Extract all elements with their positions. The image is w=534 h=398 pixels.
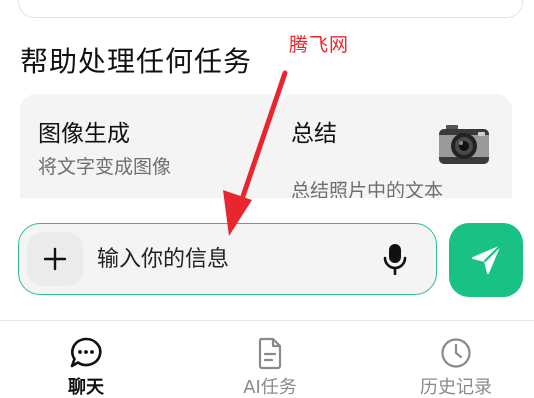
section-title: 帮助处理任何任务 — [20, 45, 253, 78]
clock-icon — [441, 338, 471, 368]
voice-input-button[interactable] — [377, 241, 413, 277]
card-description: 将文字变成图像 — [38, 156, 172, 178]
card-title: 图像生成 — [38, 121, 130, 147]
camera-icon — [439, 125, 489, 164]
microphone-icon — [383, 244, 407, 275]
nav-label: 历史记录 — [420, 377, 492, 398]
add-attachment-button[interactable] — [27, 232, 83, 286]
message-composer — [18, 223, 437, 295]
chat-bubble-icon — [70, 337, 102, 368]
plus-icon — [43, 247, 67, 271]
nav-tab-ai-tasks[interactable]: AI任务 — [210, 336, 330, 398]
send-button[interactable] — [449, 223, 523, 297]
nav-tab-history[interactable]: 历史记录 — [396, 336, 516, 398]
card-title: 总结 — [291, 121, 337, 147]
nav-label: AI任务 — [243, 377, 297, 398]
bottom-nav-divider — [0, 320, 534, 321]
watermark: 腾飞网 — [289, 34, 350, 56]
nav-label: 聊天 — [68, 377, 104, 398]
message-input[interactable] — [97, 236, 367, 282]
send-icon — [472, 245, 501, 274]
document-icon — [258, 337, 282, 370]
card-description: 总结照片中的文本 — [291, 180, 444, 198]
image-generation-card[interactable]: 图像生成 将文字变成图像 — [20, 94, 282, 198]
nav-tab-chat[interactable]: 聊天 — [26, 336, 146, 398]
previous-card — [18, 0, 523, 18]
summarize-card[interactable]: 总结 总结照片中的文本 — [278, 94, 512, 198]
